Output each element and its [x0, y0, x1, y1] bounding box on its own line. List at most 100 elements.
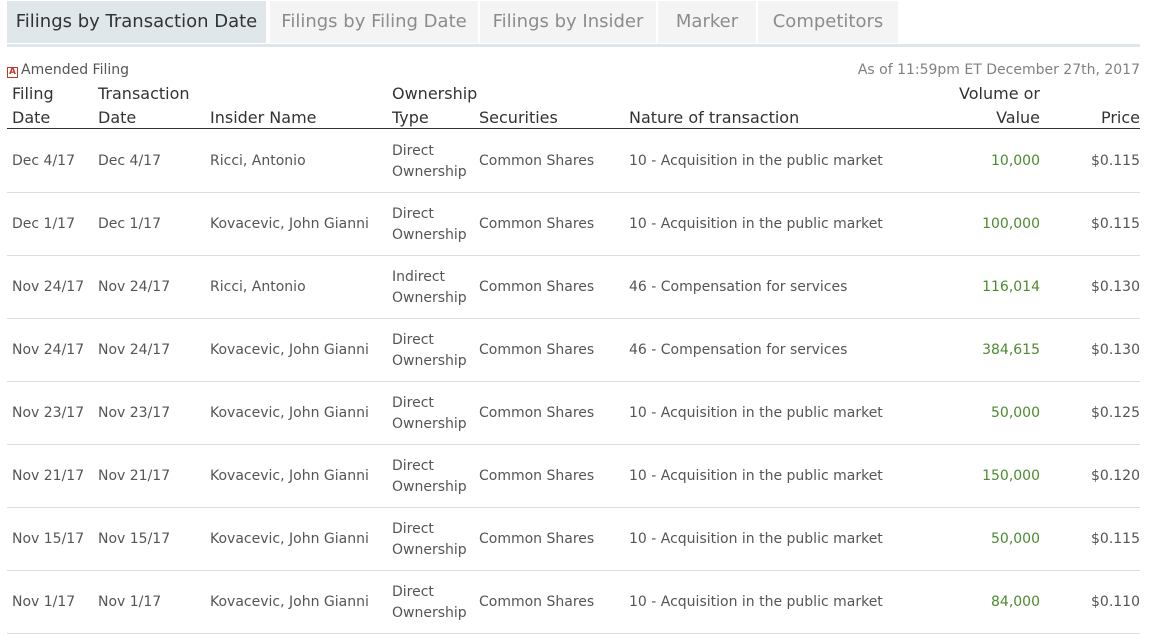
header-price[interactable]: Price [1060, 106, 1140, 130]
ownership-type-cell: Direct Ownership [392, 456, 467, 498]
price-cell: $0.115 [1091, 153, 1140, 169]
transaction-date-cell: Nov 15/17 [98, 531, 171, 547]
table-row: Nov 23/17 Nov 23/17 Kovacevic, John Gian… [7, 381, 1140, 445]
transaction-date-cell: Nov 21/17 [98, 468, 171, 484]
ownership-type-line2: Ownership [392, 353, 467, 369]
transaction-date-cell: Nov 24/17 [98, 279, 171, 295]
ownership-type-line2: Ownership [392, 479, 467, 495]
insider-name-link[interactable]: Kovacevic, John Gianni [210, 340, 369, 360]
price-cell: $0.115 [1091, 531, 1140, 547]
securities-cell: Common Shares [479, 405, 595, 421]
volume-cell: 50,000 [991, 531, 1040, 547]
price-cell: $0.130 [1091, 342, 1140, 358]
header-transaction-date-line1[interactable]: Transaction [98, 82, 190, 106]
nature-cell: 10 - Acquisition in the public market [629, 594, 883, 610]
header-securities[interactable]: Securities [479, 106, 558, 130]
ownership-type-line2: Ownership [392, 164, 467, 180]
ownership-type-cell: Direct Ownership [392, 141, 467, 183]
transaction-date-cell: Dec 1/17 [98, 216, 161, 232]
header-transaction-date-line2[interactable]: Date [98, 106, 136, 130]
price-cell: $0.110 [1091, 594, 1140, 610]
header-volume-line2[interactable]: Value [900, 106, 1040, 130]
filing-date-cell: Dec 1/17 [12, 216, 75, 232]
ownership-type-cell: Direct Ownership [392, 582, 467, 624]
header-volume-line1[interactable]: Volume or [900, 82, 1040, 106]
ownership-type-line1: Direct [392, 584, 434, 600]
transaction-date-cell: Nov 23/17 [98, 405, 171, 421]
ownership-type-cell: Direct Ownership [392, 204, 467, 246]
volume-cell: 116,014 [982, 279, 1040, 295]
ownership-type-line1: Direct [392, 521, 434, 537]
insider-name-link[interactable]: Kovacevic, John Gianni [210, 214, 369, 234]
ownership-type-line2: Ownership [392, 290, 467, 306]
tab-filings-by-transaction-date[interactable]: Filings by Transaction Date [7, 1, 266, 43]
filing-date-cell: Nov 21/17 [12, 468, 85, 484]
volume-cell: 150,000 [982, 468, 1040, 484]
amended-filing-icon: A [7, 67, 18, 78]
header-ownership-type-line2[interactable]: Type [392, 106, 429, 130]
insider-name-link[interactable]: Kovacevic, John Gianni [210, 529, 369, 549]
header-filing-date-line2[interactable]: Date [12, 106, 50, 130]
ownership-type-line2: Ownership [392, 542, 467, 558]
table-row: Dec 1/17 Dec 1/17 Kovacevic, John Gianni… [7, 192, 1140, 256]
transaction-date-cell: Nov 1/17 [98, 594, 162, 610]
ownership-type-cell: Direct Ownership [392, 330, 467, 372]
insider-name-link[interactable]: Kovacevic, John Gianni [210, 403, 369, 423]
volume-cell: 84,000 [991, 594, 1040, 610]
filing-date-cell: Nov 1/17 [12, 594, 76, 610]
insider-name-link[interactable]: Kovacevic, John Gianni [210, 466, 369, 486]
table-row: Dec 4/17 Dec 4/17 Ricci, Antonio Direct O… [7, 129, 1140, 193]
table-row: Nov 24/17 Nov 24/17 Kovacevic, John Gian… [7, 318, 1140, 382]
tab-marker[interactable]: Marker [658, 1, 756, 43]
ownership-type-cell: Indirect Ownership [392, 267, 467, 309]
filing-date-cell: Dec 4/17 [12, 153, 75, 169]
insider-name-link[interactable]: Kovacevic, John Gianni [210, 592, 369, 612]
securities-cell: Common Shares [479, 342, 595, 358]
volume-cell: 10,000 [991, 153, 1040, 169]
insider-name-link[interactable]: Ricci, Antonio [210, 277, 306, 297]
amended-filing-legend: A Amended Filing [7, 62, 129, 78]
price-cell: $0.115 [1091, 216, 1140, 232]
header-nature-of-transaction[interactable]: Nature of transaction [629, 106, 799, 130]
table-row: Nov 21/17 Nov 21/17 Kovacevic, John Gian… [7, 444, 1140, 508]
ownership-type-line1: Indirect [392, 269, 446, 285]
header-insider-name[interactable]: Insider Name [210, 106, 317, 130]
table-row: Nov 15/17 Nov 15/17 Kovacevic, John Gian… [7, 507, 1140, 571]
volume-cell: 100,000 [982, 216, 1040, 232]
filings-tab-bar: Filings by Transaction Date Filings by F… [7, 1, 1140, 47]
tab-filings-by-insider[interactable]: Filings by Insider [480, 1, 656, 43]
tab-filings-by-filing-date[interactable]: Filings by Filing Date [270, 1, 478, 43]
price-cell: $0.120 [1091, 468, 1140, 484]
filing-date-cell: Nov 23/17 [12, 405, 85, 421]
price-cell: $0.125 [1091, 405, 1140, 421]
tab-competitors[interactable]: Competitors [758, 1, 898, 43]
header-ownership-type-line1[interactable]: Ownership [392, 82, 477, 106]
nature-cell: 10 - Acquisition in the public market [629, 153, 883, 169]
transaction-date-cell: Nov 24/17 [98, 342, 171, 358]
ownership-type-line1: Direct [392, 206, 434, 222]
nature-cell: 10 - Acquisition in the public market [629, 468, 883, 484]
volume-cell: 384,615 [982, 342, 1040, 358]
nature-cell: 10 - Acquisition in the public market [629, 531, 883, 547]
ownership-type-line1: Direct [392, 458, 434, 474]
volume-cell: 50,000 [991, 405, 1040, 421]
header-filing-date-line1[interactable]: Filing [12, 82, 54, 106]
transaction-date-cell: Dec 4/17 [98, 153, 161, 169]
insider-name-link[interactable]: Ricci, Antonio [210, 151, 306, 171]
securities-cell: Common Shares [479, 216, 595, 232]
nature-cell: 10 - Acquisition in the public market [629, 216, 883, 232]
ownership-type-line2: Ownership [392, 605, 467, 621]
amended-filing-label: Amended Filing [21, 62, 130, 78]
securities-cell: Common Shares [479, 153, 595, 169]
ownership-type-cell: Direct Ownership [392, 519, 467, 561]
filing-date-cell: Nov 24/17 [12, 279, 85, 295]
ownership-type-line1: Direct [392, 395, 434, 411]
table-row: Nov 1/17 Nov 1/17 Kovacevic, John Gianni… [7, 570, 1140, 634]
securities-cell: Common Shares [479, 594, 595, 610]
ownership-type-line1: Direct [392, 143, 434, 159]
ownership-type-cell: Direct Ownership [392, 393, 467, 435]
ownership-type-line1: Direct [392, 332, 434, 348]
filing-date-cell: Nov 24/17 [12, 342, 85, 358]
nature-cell: 46 - Compensation for services [629, 279, 848, 295]
ownership-type-line2: Ownership [392, 416, 467, 432]
